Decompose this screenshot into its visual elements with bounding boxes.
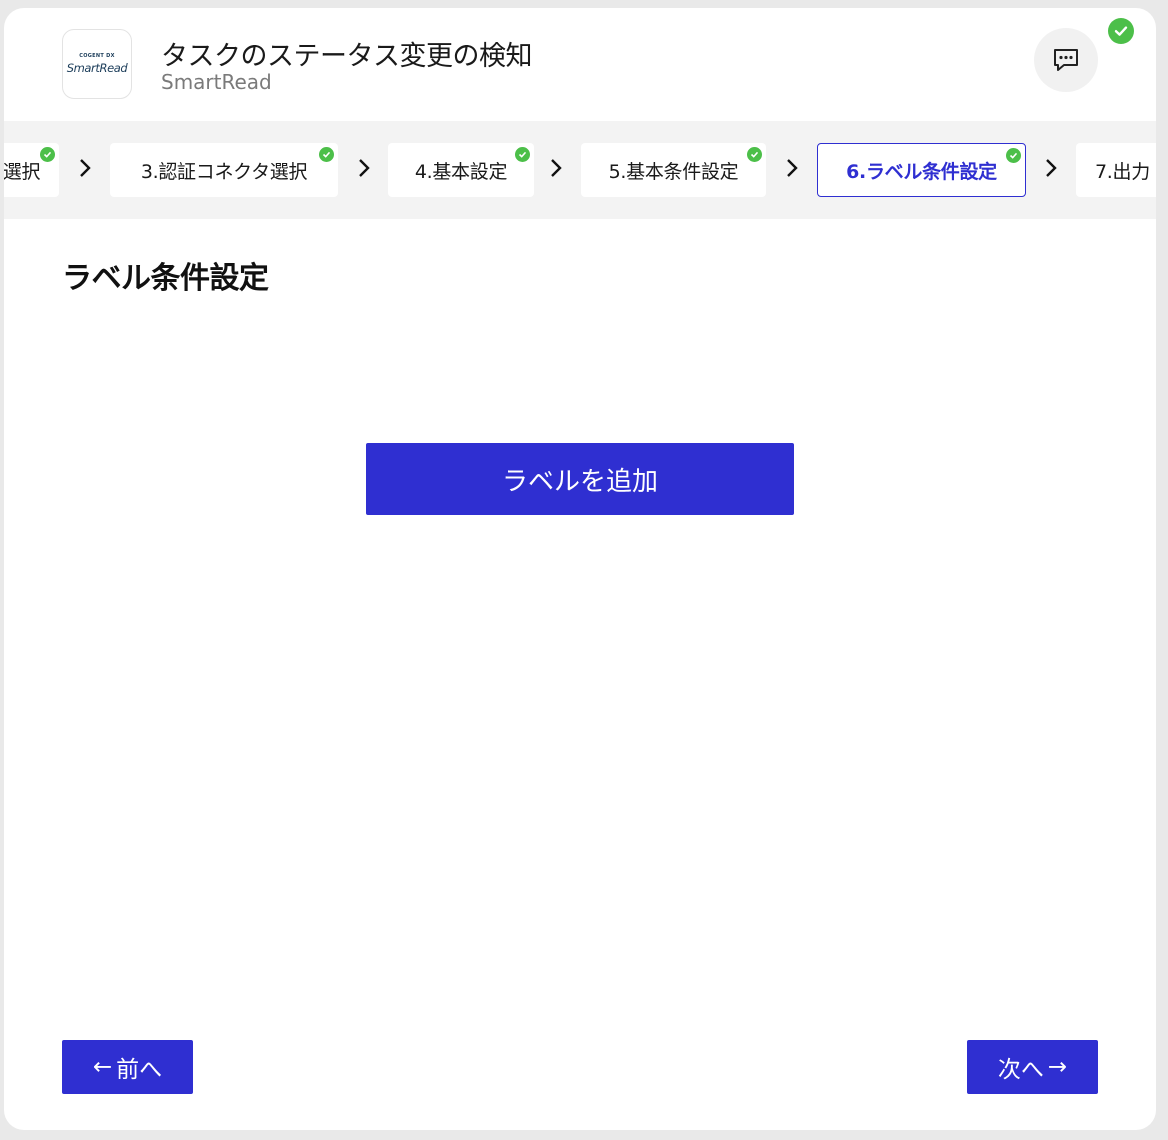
step-6-label-conditions[interactable]: 6.ラベル条件設定 xyxy=(817,143,1026,197)
chat-icon xyxy=(1054,49,1078,71)
step-label: 3.認証コネクタ選択 xyxy=(140,160,308,183)
prev-label: 前へ xyxy=(116,1057,163,1083)
chat-button[interactable] xyxy=(1034,28,1098,92)
app-header: COGENT DX SmartRead タスクのステータス変更の検知 Smart… xyxy=(4,8,1156,120)
chevron-right-icon xyxy=(551,159,562,177)
step-5-basic-conditions[interactable]: 5.基本条件設定 xyxy=(581,143,766,197)
prev-button[interactable]: ← 前へ xyxy=(62,1040,193,1094)
step-3-auth-connector[interactable]: 3.認証コネクタ選択 xyxy=(110,143,338,197)
step-navigation: 選択 3.認証コネクタ選択 4.基本設定 5.基本条件設定 6.ラベル条件設定 … xyxy=(4,121,1156,219)
check-icon xyxy=(515,147,530,162)
check-icon xyxy=(40,147,55,162)
status-badge xyxy=(1108,18,1134,44)
logo-name-text: SmartRead xyxy=(66,61,128,75)
step-label: 5.基本条件設定 xyxy=(608,160,739,183)
step-7-output[interactable]: 7.出力 xyxy=(1076,143,1156,197)
chevron-right-icon xyxy=(80,159,91,177)
chevron-right-icon xyxy=(1046,159,1057,177)
check-circle-icon xyxy=(1114,26,1128,36)
check-icon xyxy=(319,147,334,162)
app-logo: COGENT DX SmartRead xyxy=(62,29,132,99)
logo-brand-text: COGENT DX xyxy=(79,53,115,59)
check-icon xyxy=(1006,148,1021,163)
step-label: 4.基本設定 xyxy=(414,160,508,183)
arrow-left-icon: ← xyxy=(92,1054,113,1080)
arrow-right-icon: → xyxy=(1047,1054,1068,1080)
step-2-select[interactable]: 選択 xyxy=(4,143,59,197)
chevron-right-icon xyxy=(359,159,370,177)
add-label-button[interactable]: ラベルを追加 xyxy=(366,443,794,515)
check-icon xyxy=(747,147,762,162)
page-title: タスクのステータス変更の検知 xyxy=(161,41,533,72)
step-label: 選択 xyxy=(4,160,41,183)
wizard-card: COGENT DX SmartRead タスクのステータス変更の検知 Smart… xyxy=(4,8,1156,1130)
next-button[interactable]: 次へ → xyxy=(967,1040,1098,1094)
step-label: 6.ラベル条件設定 xyxy=(846,160,997,183)
app-subtitle: SmartRead xyxy=(161,70,272,94)
next-label: 次へ xyxy=(997,1057,1044,1083)
step-4-basic-settings[interactable]: 4.基本設定 xyxy=(388,143,534,197)
step-label: 7.出力 xyxy=(1095,160,1150,183)
section-title: ラベル条件設定 xyxy=(62,261,269,296)
chevron-right-icon xyxy=(787,159,798,177)
